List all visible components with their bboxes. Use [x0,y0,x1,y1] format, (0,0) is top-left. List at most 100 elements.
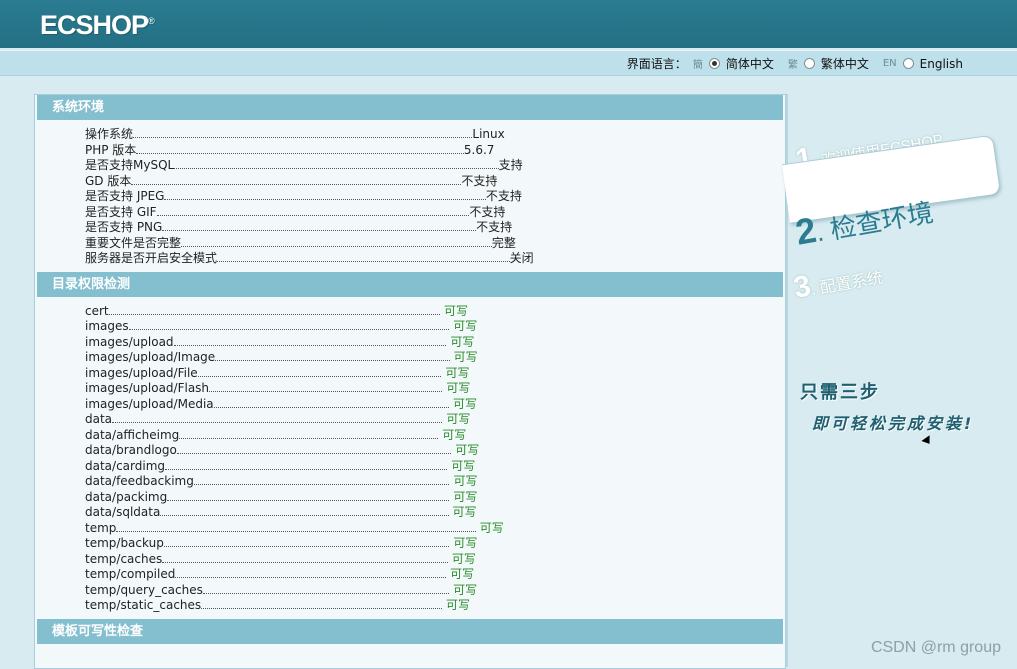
env-value: 支持 [498,158,523,172]
dir-value: 可写 [442,427,467,442]
dir-row: temp/caches 可写 [85,551,785,567]
dir-row: data/brandlogo 可写 [85,442,785,458]
dir-label: data/sqldata [85,505,161,519]
ecshop-logo: ECSHOP® [40,10,155,40]
env-value: 关闭 [509,251,534,265]
env-value: 不支持 [476,220,513,234]
dotted-leader [133,126,473,138]
dotted-leader [156,204,470,216]
dir-row: temp/query_caches 可写 [85,582,785,598]
dir-value: 可写 [453,350,478,364]
dir-label: images/upload/Media [85,396,214,411]
dotted-leader [167,489,450,501]
option-traditional-chinese[interactable]: 繁体中文 [821,55,869,72]
env-row: 是否支持 GIF 不支持 [85,204,785,220]
dir-row: temp/backup 可写 [85,535,785,551]
dotted-leader [174,157,499,169]
dir-row: data/packimg 可写 [85,489,785,505]
dir-row: images/upload 可写 [85,334,785,350]
dir-value: 可写 [446,412,471,426]
dir-value: 可写 [445,598,470,612]
option-simplified-chinese[interactable]: 简体中文 [726,55,774,72]
section-template-check: 模板可写性检查 [37,618,783,644]
dotted-leader [202,582,450,594]
env-value: 完整 [491,235,516,250]
dotted-leader [201,597,442,609]
traditional-chinese-icon: 繁 [787,60,798,71]
dir-label: data/packimg [85,489,168,504]
dotted-leader [213,396,450,408]
dotted-leader [217,250,510,262]
env-value: 不支持 [485,189,522,203]
dir-value: 可写 [453,489,478,504]
radio-simplified-chinese[interactable] [708,58,720,69]
dotted-leader [163,535,450,547]
dir-label: temp/compiled [85,567,176,581]
check-panel: 系统环境 操作系统 Linux PHP 版本 5.6.7 是否支持MySQL 支持 GD 版… [34,94,786,669]
env-label: 操作系统 [85,127,134,141]
dir-label: temp [85,520,117,535]
dotted-leader [112,411,443,423]
dir-row: images 可写 [85,318,785,334]
env-label: 是否支持 GIF [85,204,157,219]
dir-label: images/upload/Image [85,350,216,364]
dir-label: images/upload/File [85,365,198,380]
radio-traditional-chinese[interactable] [803,58,815,69]
dir-permission-list: cert 可写 images 可写 images/upload 可写 images/uplo… [35,297,785,619]
dir-value: 可写 [444,303,469,318]
dir-value: 可写 [453,396,478,411]
env-row: 服务器是否开启安全模式 关闭 [85,250,785,266]
dotted-leader [162,219,477,231]
dir-label: images [85,319,129,333]
dir-value: 可写 [479,520,504,535]
dotted-leader [131,173,462,185]
env-label: PHP 版本 [85,142,137,157]
dotted-leader [164,188,486,200]
slogan-line-2: 即可轻松完成安装! [812,414,975,433]
system-env-list: 操作系统 Linux PHP 版本 5.6.7 是否支持MySQL 支持 GD 版本 不支持是… [35,120,785,272]
dir-value: 可写 [453,474,478,488]
dir-value: 可写 [445,365,470,380]
dir-value: 可写 [450,567,475,581]
radio-english[interactable] [902,58,914,69]
dir-row: temp 可写 [85,520,785,536]
dir-label: cert [85,303,109,318]
env-label: 服务器是否开启安全模式 [85,251,218,265]
dotted-leader [173,334,447,346]
env-row: 是否支持MySQL 支持 [85,157,785,173]
dotted-leader [176,442,452,454]
language-bar: 界面语言： 簡 简体中文 繁 繁体中文 EN English [0,50,1017,76]
dotted-leader [197,365,442,377]
dotted-leader [162,551,448,563]
language-label: 界面语言： [626,57,687,71]
dir-row: images/upload/Image 可写 [85,349,785,365]
dotted-leader [193,473,450,485]
dotted-leader [136,142,464,154]
env-row: 是否支持 JPEG 不支持 [85,188,785,204]
dir-row: data/afficheimg 可写 [85,427,785,443]
env-label: 是否支持MySQL [85,158,175,172]
env-label: GD 版本 [85,173,132,188]
dotted-leader [128,318,450,330]
section-system-env: 系统环境 [37,95,783,120]
env-value: Linux [472,127,505,141]
env-row: PHP 版本 5.6.7 [85,142,785,158]
dir-row: temp/compiled 可写 [85,566,785,582]
dir-row: images/upload/Media 可写 [85,396,785,412]
dir-label: temp/query_caches [85,582,203,597]
dir-row: images/upload/Flash 可写 [85,380,785,396]
env-row: 是否支持 PNG 不支持 [85,219,785,235]
dir-row: data/sqldata 可写 [85,504,785,520]
dotted-leader [175,566,447,578]
env-row: GD 版本 不支持 [85,173,785,189]
env-value: 5.6.7 [463,142,495,157]
dir-label: data [85,412,113,426]
dir-row: temp/static_caches 可写 [85,597,785,613]
env-label: 重要文件是否完整 [85,235,182,250]
simplified-chinese-icon: 簡 [692,60,703,71]
env-value: 不支持 [461,173,498,188]
option-english[interactable]: English [920,57,963,71]
dir-value: 可写 [446,381,471,395]
slogan-line-1: 只需三步 [800,382,880,403]
english-icon: EN [882,58,897,69]
